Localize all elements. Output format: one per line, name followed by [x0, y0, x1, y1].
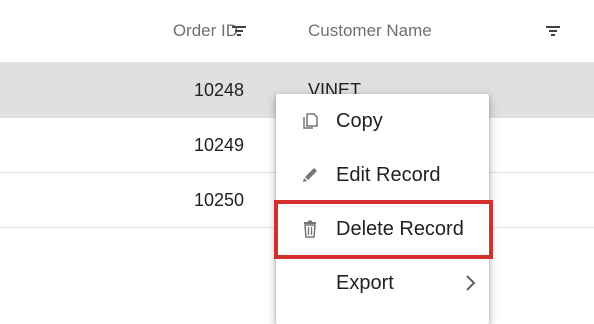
header-customer-name-label: Customer Name: [308, 21, 432, 40]
filter-icon[interactable]: [545, 23, 561, 39]
menu-item-edit-record-label: Edit Record: [336, 163, 441, 186]
cell-order-id: 10249: [193, 134, 244, 155]
menu-item-export[interactable]: Export: [276, 256, 489, 310]
menu-item-delete-record-label: Delete Record: [336, 217, 464, 240]
menu-item-copy-label: Copy: [336, 109, 383, 132]
copy-icon: [303, 113, 318, 129]
cell-order-id: 10250: [193, 189, 244, 210]
menu-item-export-label: Export: [336, 271, 394, 294]
filter-icon[interactable]: [231, 23, 247, 39]
header-order-id[interactable]: Order ID: [0, 0, 260, 62]
context-menu: Copy Edit Record Delete Record Export: [276, 94, 489, 324]
cell-order-id: 10248: [193, 79, 244, 100]
delete-icon: [304, 220, 316, 238]
grid-header: Order ID Customer Name: [0, 0, 594, 63]
menu-item-edit-record[interactable]: Edit Record: [276, 148, 489, 202]
menu-item-copy[interactable]: Copy: [276, 94, 489, 148]
menu-item-delete-record[interactable]: Delete Record: [276, 202, 489, 256]
chevron-right-icon: [466, 275, 476, 291]
edit-icon: [303, 168, 317, 182]
header-order-id-label: Order ID: [172, 21, 238, 40]
